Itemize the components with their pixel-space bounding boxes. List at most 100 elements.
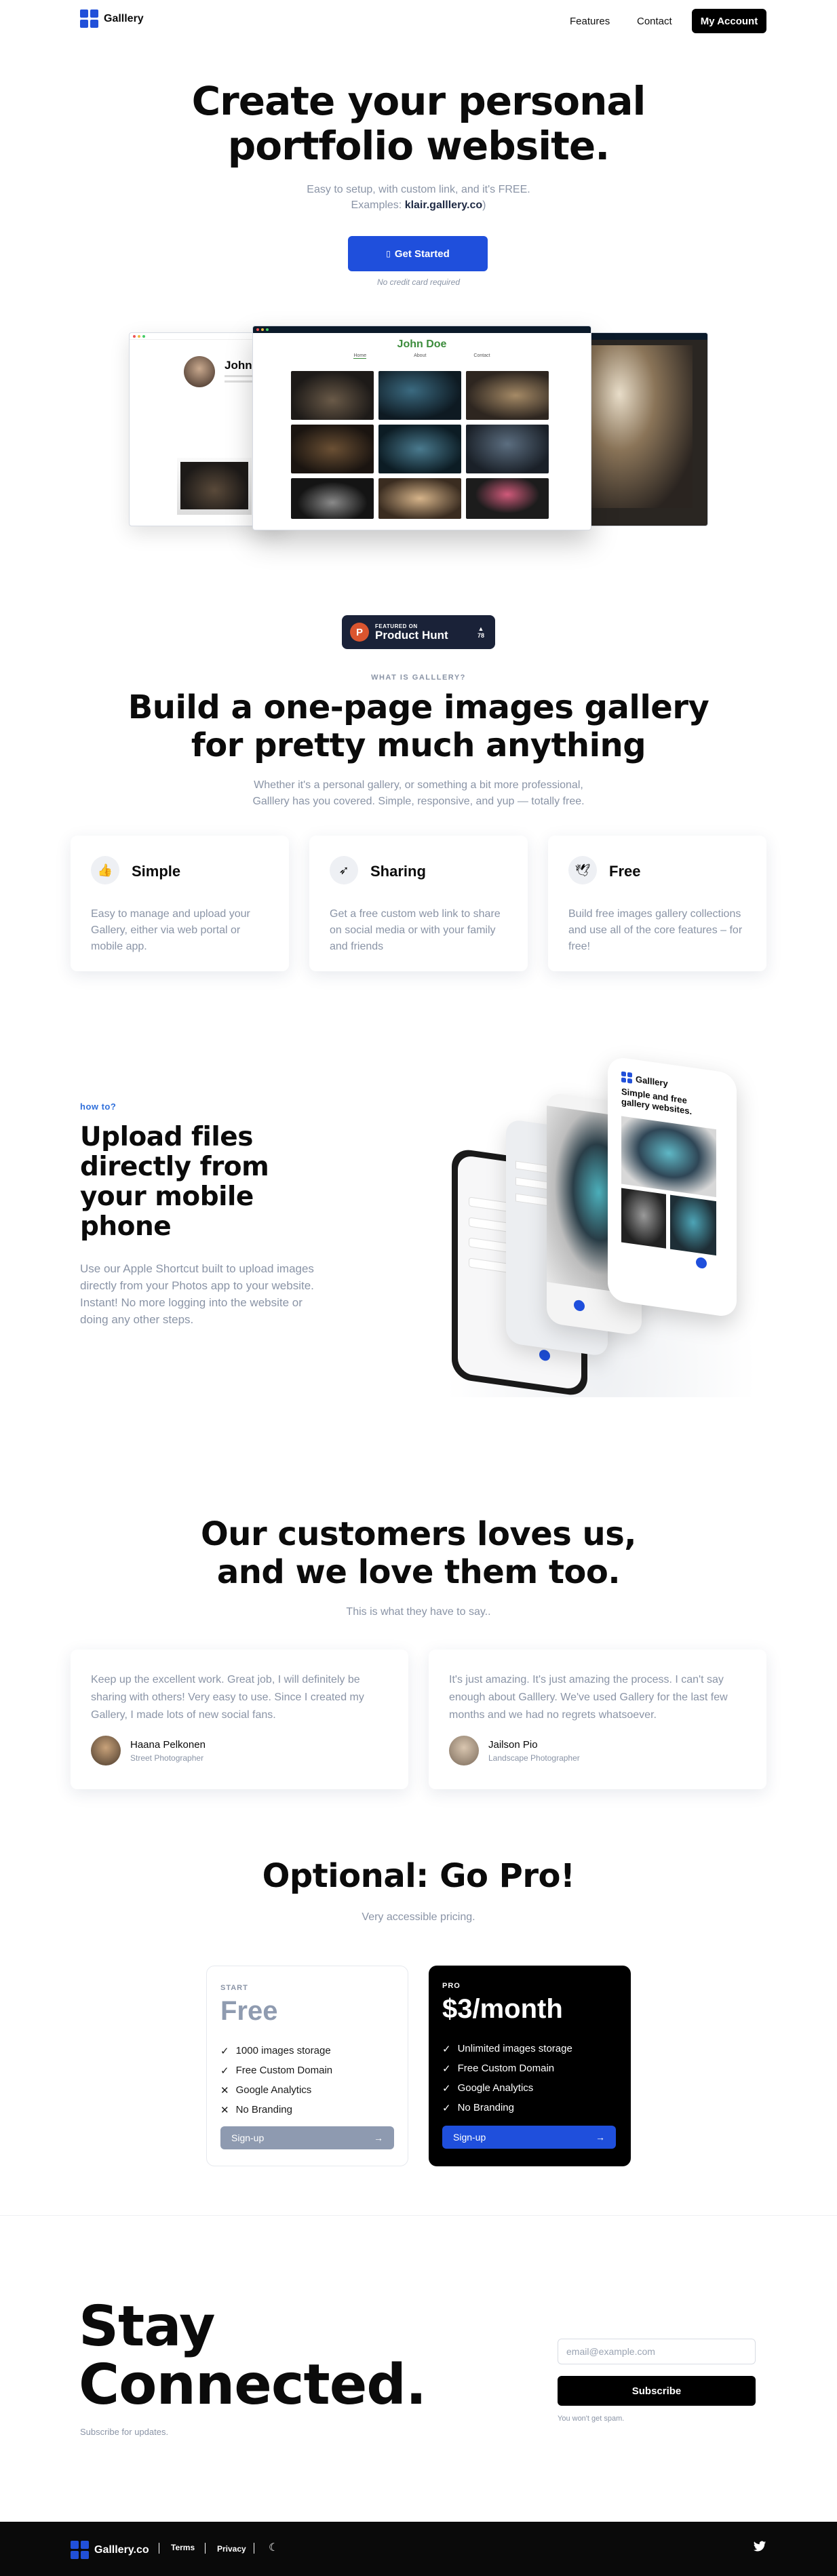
example-link[interactable]: klair.galllery.co	[405, 199, 482, 211]
spam-note: You won't get spam.	[558, 2415, 625, 2423]
thumbs-up-icon: 👍	[91, 856, 119, 884]
mockup-tab-about: About	[414, 353, 427, 358]
hero-title: Create your personal portfolio website.	[0, 79, 837, 168]
ph-upvotes: ▲ 78	[477, 625, 484, 639]
phone-tagline: Simple and free gallery websites.	[621, 1086, 693, 1117]
phones-illustration: Galllery Simple and free gallery website…	[438, 1051, 757, 1404]
feature-title: Free	[609, 863, 641, 880]
signup-button-free[interactable]: Sign-up →	[220, 2126, 394, 2149]
check-icon: ✓	[442, 2063, 451, 2075]
footer: Galllery.co Terms Privacy ☾	[0, 2522, 837, 2576]
hero-examples: Examples: klair.galllery.co)	[351, 199, 486, 211]
footer-link-terms[interactable]: Terms	[171, 2543, 195, 2552]
stay-subtitle: Subscribe for updates.	[80, 2427, 169, 2437]
testimonial-name: Jailson Pio	[488, 1739, 538, 1751]
plan-feature: ✓ No Branding	[442, 2102, 514, 2114]
hero-mockup: John D John Doe Home About Contact	[129, 326, 708, 532]
avatar	[449, 1736, 479, 1765]
pricing-title: Optional: Go Pro!	[262, 1857, 575, 1895]
phone-app: Galllery Simple and free gallery website…	[608, 1055, 737, 1319]
upvote-arrow-icon: ▲	[478, 625, 484, 632]
testimonial-name: Haana Pelkonen	[130, 1739, 206, 1751]
plan-feature: ✕ No Branding	[220, 2104, 292, 2116]
feature-card-simple: 👍 Simple Easy to manage and upload your …	[71, 836, 289, 971]
mockup-tab-home: Home	[353, 353, 367, 359]
feature-card-free: 🕊 Free Build free images gallery collect…	[548, 836, 766, 971]
mockup-photo-grid	[291, 371, 549, 519]
phone-brand: Galllery	[636, 1073, 668, 1089]
plan-tier: START	[220, 1984, 248, 1992]
upload-title: Upload files directly from your mobile p…	[80, 1122, 269, 1242]
nav-link-features[interactable]: Features	[570, 16, 610, 27]
rocket-icon: ▯	[386, 249, 391, 258]
email-field[interactable]: email@example.com	[558, 2339, 756, 2364]
get-started-button[interactable]: ▯ Get Started	[348, 236, 488, 271]
pricing-subtitle: Very accessible pricing.	[362, 1911, 475, 1923]
testimonial-card: Keep up the excellent work. Great job, I…	[71, 1650, 408, 1789]
subscribe-button[interactable]: Subscribe	[558, 2376, 756, 2406]
check-icon: ✓	[442, 2102, 451, 2114]
hero-title-line1: Create your personal	[191, 78, 646, 124]
avatar	[91, 1736, 121, 1765]
what-title: Build a one-page images gallery for pret…	[128, 688, 709, 764]
plan-price: Free	[220, 1996, 278, 2026]
my-account-button[interactable]: My Account	[692, 9, 766, 33]
testimonial-role: Landscape Photographer	[488, 1753, 580, 1763]
check-icon: ✓	[220, 2065, 229, 2077]
testimonial-quote: It's just amazing. It's just amazing the…	[449, 1674, 728, 1721]
footer-link-privacy[interactable]: Privacy	[217, 2544, 246, 2554]
get-started-label: Get Started	[394, 248, 450, 260]
plan-feature: ✕ Google Analytics	[220, 2084, 312, 2096]
testimonials-title: Our customers loves us, and we love them…	[200, 1515, 637, 1591]
product-hunt-badge[interactable]: P FEATURED ON Product Hunt ▲ 78	[342, 615, 495, 649]
feature-text: Easy to manage and upload your Gallery, …	[91, 908, 250, 952]
hero-subtitle: Easy to setup, with custom link, and it'…	[307, 184, 530, 195]
logo-icon	[71, 2541, 89, 2559]
avatar	[184, 356, 215, 387]
stay-title: Stay Connected.	[79, 2295, 427, 2417]
twitter-icon[interactable]	[753, 2539, 766, 2553]
bird-icon: 🕊	[568, 856, 597, 884]
testimonials-subtitle: This is what they have to say..	[346, 1606, 491, 1618]
hero-title-line2: portfolio website.	[227, 123, 610, 169]
testimonial-card: It's just amazing. It's just amazing the…	[429, 1650, 766, 1789]
upload-eyebrow: how to?	[80, 1101, 117, 1112]
send-icon: ➶	[330, 856, 358, 884]
mockup-center-name: John Doe	[397, 338, 447, 350]
mockup-center-frame: John Doe Home About Contact	[252, 326, 591, 530]
mockup-tab-contact: Contact	[473, 353, 490, 358]
x-icon: ✕	[220, 2084, 229, 2096]
signup-button-pro[interactable]: Sign-up →	[442, 2126, 616, 2149]
brand-logo[interactable]: Galllery	[80, 9, 144, 28]
product-hunt-icon: P	[350, 623, 369, 642]
mockup-left-photo	[177, 458, 252, 515]
check-icon: ✓	[442, 2082, 451, 2094]
feature-title: Sharing	[370, 863, 426, 880]
plan-feature: ✓ Free Custom Domain	[220, 2065, 333, 2077]
feature-title: Simple	[132, 863, 181, 880]
logo-icon	[621, 1071, 632, 1084]
arrow-right-icon: →	[374, 2132, 383, 2143]
moon-icon[interactable]: ☾	[269, 2541, 278, 2554]
x-icon: ✕	[220, 2104, 229, 2116]
what-description: Whether it's a personal gallery, or some…	[252, 779, 585, 807]
check-icon: ✓	[220, 2045, 229, 2057]
brand-name: Galllery	[104, 12, 144, 24]
logo-icon	[80, 9, 98, 28]
top-nav: Galllery Features Contact My Account	[0, 0, 837, 43]
plan-feature: ✓ 1000 images storage	[220, 2045, 331, 2057]
nav-link-contact[interactable]: Contact	[637, 16, 672, 27]
what-eyebrow: WHAT IS GALLLERY?	[371, 674, 466, 682]
upload-text: Use our Apple Shortcut built to upload i…	[80, 1262, 314, 1326]
ph-name: Product Hunt	[375, 628, 448, 642]
no-credit-card-note: No credit card required	[376, 277, 461, 287]
plan-price: $3/month	[442, 1994, 563, 2024]
plan-card-free: START Free ✓ 1000 images storage ✓ Free Cu…	[206, 1966, 408, 2166]
testimonial-role: Street Photographer	[130, 1753, 204, 1763]
testimonial-quote: Keep up the excellent work. Great job, I…	[91, 1674, 364, 1721]
plan-feature: ✓ Google Analytics	[442, 2082, 534, 2094]
feature-text: Build free images gallery collections an…	[568, 908, 743, 952]
footer-brand[interactable]: Galllery.co	[71, 2541, 149, 2559]
check-icon: ✓	[442, 2043, 451, 2055]
plan-card-pro: PRO $3/month ✓ Unlimited images storage ✓…	[429, 1966, 631, 2166]
